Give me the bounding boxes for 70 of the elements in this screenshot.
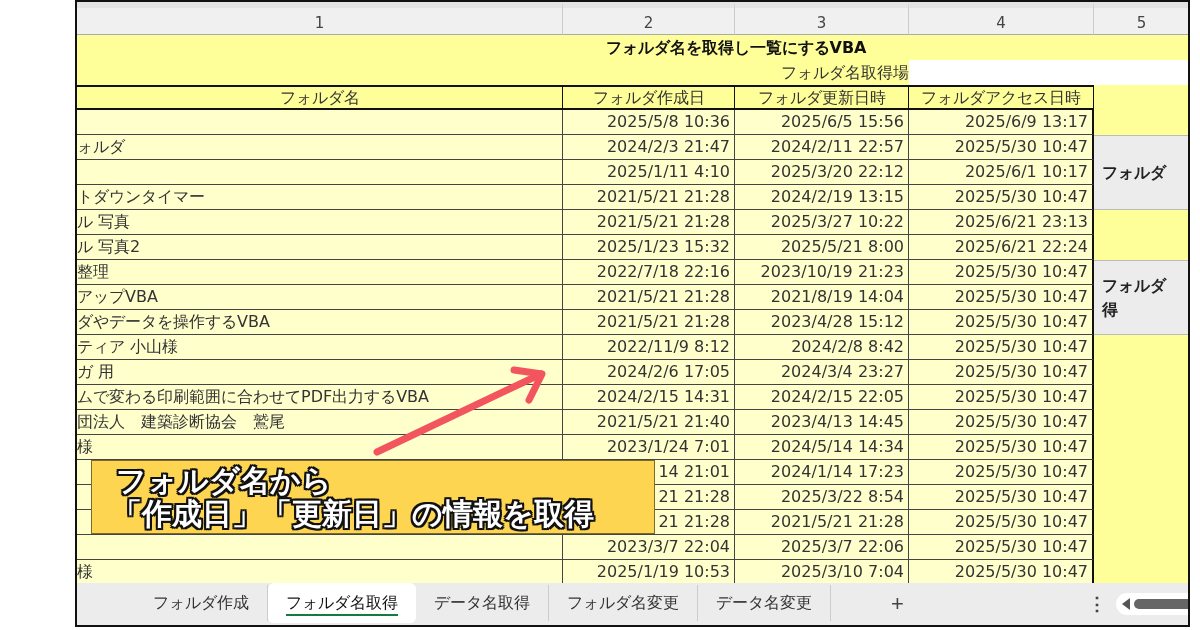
table-cell: ル 写真 [77, 210, 563, 235]
more-menu-button[interactable]: ⋮ [1078, 583, 1116, 625]
sheet-title: フォルダ名を取得し一覧にするVBA [563, 35, 909, 60]
column-heading: フォルダ更新日時 [735, 85, 909, 110]
table-cell: 2025/6/1 10:17 [909, 160, 1094, 185]
column-header[interactable]: 1 [77, 2, 563, 35]
table-cell: 2022/11/9 8:12 [563, 335, 735, 360]
table-cell: 2025/1/23 15:32 [563, 235, 735, 260]
table-cell: ティア 小山様 [77, 335, 563, 360]
table-cell: 2025/5/8 10:36 [563, 110, 735, 135]
table-cell: 2024/5/14 14:34 [735, 435, 909, 460]
table-cell: 2025/5/30 10:47 [909, 285, 1094, 310]
horizontal-scrollbar[interactable] [1116, 593, 1188, 615]
table-cell: 2025/3/22 8:54 [735, 485, 909, 510]
table-cell: 2024/2/3 21:47 [563, 135, 735, 160]
table-cell: ォルダ [77, 135, 563, 160]
table-cell: 2025/3/27 10:22 [735, 210, 909, 235]
table-cell: 2021/8/19 14:04 [735, 285, 909, 310]
scroll-thumb[interactable] [1134, 599, 1188, 609]
table-cell: アップVBA [77, 285, 563, 310]
table-cell: ムで変わる印刷範囲に合わせてPDF出力するVBA [77, 385, 563, 410]
table-cell: 2025/5/21 8:00 [735, 235, 909, 260]
table-cell: 2021/5/21 21:28 [735, 510, 909, 535]
table-cell: 2021/5/21 21:28 [563, 185, 735, 210]
table-cell: 2024/2/8 8:42 [735, 335, 909, 360]
table-cell: ダやデータを操作するVBA [77, 310, 563, 335]
table-cell: 2024/2/19 13:15 [735, 185, 909, 210]
table-cell: 2024/2/15 22:05 [735, 385, 909, 410]
table-cell: 2024/1/14 17:23 [735, 460, 909, 485]
sheet-tab[interactable]: データ名変更 [698, 585, 831, 621]
column-heading: フォルダアクセス日時 [909, 85, 1094, 110]
table-cell: 2025/6/5 15:56 [735, 110, 909, 135]
callout-text: フォルダ名から [116, 464, 333, 497]
column-header[interactable]: 2 [563, 2, 735, 35]
table-cell: ガ 用 [77, 360, 563, 385]
table-cell: 2022/7/18 22:16 [563, 260, 735, 285]
macro-button[interactable]: フォルダ [1094, 135, 1188, 210]
input-field[interactable] [909, 60, 1188, 85]
table-cell: 2023/4/13 14:45 [735, 410, 909, 435]
table-cell: 2023/3/7 22:04 [563, 535, 735, 560]
table-cell: 2024/2/11 22:57 [735, 135, 909, 160]
table-cell: 2025/1/11 4:10 [563, 160, 735, 185]
table-cell: ル 写真2 [77, 235, 563, 260]
table-cell: 団法人 建築診断協会 鷲尾 [77, 410, 563, 435]
table-cell: 2025/5/30 10:47 [909, 310, 1094, 335]
table-cell: トダウンタイマー [77, 185, 563, 210]
sheet-tab[interactable]: フォルダ名取得 [268, 583, 416, 623]
table-cell: 2025/5/30 10:47 [909, 185, 1094, 210]
add-sheet-button[interactable]: + [881, 583, 914, 625]
table-cell: 2021/5/21 21:40 [563, 410, 735, 435]
table-cell: 2024/2/6 17:05 [563, 360, 735, 385]
table-cell: 整理 [77, 260, 563, 285]
table-cell: 2024/2/15 14:31 [563, 385, 735, 410]
table-cell: 2023/10/19 21:23 [735, 260, 909, 285]
sheet-tab[interactable]: フォルダ名変更 [549, 585, 698, 621]
table-cell: 2021/5/21 21:28 [563, 310, 735, 335]
field-label: フォルダ名取得場 [77, 60, 909, 85]
table-cell: 2021/5/21 21:28 [563, 210, 735, 235]
column-heading: フォルダ作成日 [563, 85, 735, 110]
table-cell: 2021/5/21 21:28 [563, 285, 735, 310]
column-header[interactable]: 4 [909, 2, 1094, 35]
macro-button[interactable]: フォルダ 得 [1094, 260, 1188, 335]
column-heading: フォルダ名 [77, 85, 563, 110]
column-header[interactable]: 5 [1094, 2, 1188, 35]
table-cell: 2025/3/7 22:06 [735, 535, 909, 560]
sheet-tab[interactable]: データ名取得 [416, 585, 549, 621]
table-cell: 2025/3/20 22:12 [735, 160, 909, 185]
table-cell: 2023/4/28 15:12 [735, 310, 909, 335]
column-header[interactable]: 3 [735, 2, 909, 35]
table-cell: 2024/3/4 23:27 [735, 360, 909, 385]
